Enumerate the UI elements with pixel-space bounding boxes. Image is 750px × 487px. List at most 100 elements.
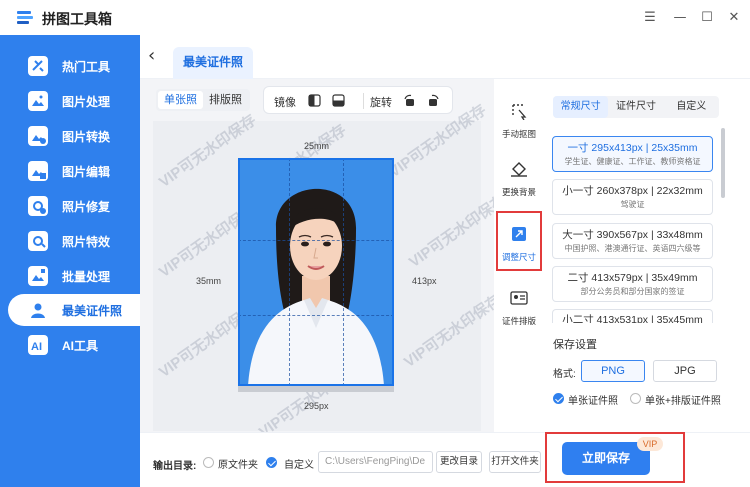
dimension-left: 35mm	[196, 276, 222, 286]
size-option-desc: 部分公务员和部分国家的签证	[580, 287, 685, 296]
rotate-right-icon[interactable]	[427, 94, 440, 107]
toolbar-divider	[363, 93, 364, 109]
rotate-label: 旋转	[370, 97, 392, 109]
tab-id-photo[interactable]: 最美证件照	[173, 47, 253, 79]
sidebar-item-batch[interactable]: 批量处理	[8, 260, 140, 292]
svg-text:AI: AI	[31, 341, 42, 353]
size-option-desc: 学生证、健康证、工作证、教师资格证	[564, 157, 701, 166]
manual-cutout-icon	[512, 104, 527, 120]
breadcrumb: ‹ 最美证件照	[140, 35, 750, 79]
edit-toolbar: 镜像 旋转	[263, 86, 453, 114]
size-option-title: 大一寸 390x567px | 33x48mm	[562, 229, 703, 241]
tool-label: 更换背景	[501, 187, 536, 197]
size-option-title: 一寸 295x413px | 25x35mm	[567, 142, 698, 154]
tab-document-size[interactable]: 证件尺寸	[608, 96, 663, 118]
size-option-desc: 驾驶证	[620, 200, 645, 209]
radio-original-label: 原文件夹	[218, 460, 258, 471]
mirror-vertical-icon[interactable]	[332, 94, 345, 107]
dimension-right: 413px	[412, 276, 437, 286]
tab-layout-photo[interactable]: 排版照	[203, 91, 248, 109]
sidebar-item-label: 批量处理	[62, 269, 111, 284]
sidebar-item-image-process[interactable]: 图片处理	[8, 85, 140, 117]
minimize-button[interactable]: —	[670, 8, 690, 28]
size-option-title: 小一寸 260x378px | 22x32mm	[562, 185, 703, 197]
sidebar-item-photo-effect[interactable]: 照片特效	[8, 225, 140, 257]
tool-layout[interactable]: 证件排版	[494, 279, 544, 337]
format-label: 格式:	[553, 369, 576, 380]
size-option-title: 小二寸 413x531px | 35x45mm	[562, 314, 703, 323]
tab-regular-size[interactable]: 常规尺寸	[553, 96, 609, 118]
sidebar-item-ai-tools[interactable]: AI AI工具	[8, 329, 140, 361]
sidebar-item-image-edit[interactable]: 图片编辑	[8, 155, 140, 187]
save-settings-title: 保存设置	[553, 339, 597, 351]
app-logo-icon	[17, 11, 33, 24]
scrollbar[interactable]	[721, 128, 725, 198]
photo-shadow	[238, 386, 394, 392]
tool-change-background[interactable]: 更换背景	[494, 150, 544, 208]
tool-label: 证件排版	[501, 316, 536, 326]
radio-custom-label: 自定义	[284, 460, 314, 471]
back-button[interactable]: ‹	[148, 47, 166, 67]
format-png-button[interactable]: PNG	[581, 360, 645, 382]
highlight-box-resize	[496, 211, 542, 271]
menu-icon[interactable]: ☰	[640, 8, 660, 28]
output-dir-label: 输出目录:	[153, 461, 197, 472]
batch-icon	[28, 266, 48, 286]
tool-label: 手动抠图	[501, 129, 536, 139]
sidebar: 热门工具 图片处理 图片转换 图片编辑 照片修复 照片特效 批量处理 最美证件照…	[0, 35, 140, 487]
image-edit-icon	[28, 161, 48, 181]
option-single-radio[interactable]	[553, 393, 564, 404]
tab-custom-size[interactable]: 自定义	[664, 96, 719, 118]
photo-effect-icon	[28, 231, 48, 251]
sidebar-item-id-photo[interactable]: 最美证件照	[8, 294, 140, 326]
vip-badge: VIP	[637, 437, 663, 451]
sidebar-item-label: 图片转换	[62, 129, 111, 144]
dimension-top: 25mm	[304, 141, 330, 151]
mirror-label: 镜像	[274, 97, 296, 109]
layout-icon	[510, 291, 528, 305]
radio-original-folder[interactable]	[203, 457, 214, 468]
change-background-icon	[511, 162, 527, 177]
close-button[interactable]: ✕	[724, 8, 744, 28]
format-jpg-button[interactable]: JPG	[653, 360, 717, 382]
option-single-layout-label: 单张+排版证件照	[645, 396, 721, 407]
sidebar-item-label: AI工具	[62, 338, 99, 353]
rotate-left-icon[interactable]	[403, 94, 416, 107]
sidebar-item-label: 照片修复	[62, 199, 111, 214]
maximize-button[interactable]: ☐	[697, 8, 717, 28]
hot-tools-icon	[28, 56, 48, 76]
open-folder-button[interactable]: 打开文件夹	[489, 451, 541, 473]
sidebar-item-image-convert[interactable]: 图片转换	[8, 120, 140, 152]
photo-repair-icon	[28, 196, 48, 216]
title-bar: 拼图工具箱 ☰ — ☐ ✕	[0, 0, 750, 35]
size-option[interactable]: 二寸 413x579px | 35x49mm 部分公务员和部分国家的签证	[552, 266, 713, 302]
option-single-layout-radio[interactable]	[630, 393, 641, 404]
image-process-icon	[28, 91, 48, 111]
size-option[interactable]: 一寸 295x413px | 25x35mm 学生证、健康证、工作证、教师资格证	[552, 136, 713, 172]
tab-single-photo[interactable]: 单张照	[158, 91, 203, 109]
ai-icon: AI	[28, 335, 48, 355]
tool-manual-cutout[interactable]: 手动抠图	[494, 92, 544, 150]
radio-custom-folder[interactable]	[266, 457, 277, 468]
size-option[interactable]: 大一寸 390x567px | 33x48mm 中国护照、港澳通行证、英语四六级…	[552, 223, 713, 259]
sidebar-item-label: 图片编辑	[62, 164, 111, 179]
dimension-bottom: 295px	[304, 401, 329, 411]
app-title: 拼图工具箱	[42, 11, 112, 27]
crop-frame[interactable]	[238, 158, 394, 386]
option-single-label: 单张证件照	[568, 396, 618, 407]
image-convert-icon	[28, 126, 48, 146]
size-option-desc: 中国护照、港澳通行证、英语四六级等	[564, 244, 701, 253]
size-option[interactable]: 小二寸 413x531px | 35x45mm	[552, 309, 713, 323]
size-option[interactable]: 小一寸 260x378px | 22x32mm 驾驶证	[552, 179, 713, 215]
sidebar-item-hot-tools[interactable]: 热门工具	[8, 50, 140, 82]
sidebar-item-photo-repair[interactable]: 照片修复	[8, 190, 140, 222]
sidebar-item-label: 图片处理	[62, 94, 111, 109]
sidebar-item-label: 照片特效	[62, 234, 111, 249]
change-dir-button[interactable]: 更改目录	[436, 451, 482, 473]
size-tabs: 常规尺寸 证件尺寸 自定义	[553, 96, 719, 118]
id-photo-icon	[28, 300, 48, 320]
sidebar-item-label: 最美证件照	[62, 303, 123, 318]
output-path-input[interactable]: C:\Users\FengPing\De	[318, 451, 433, 473]
sidebar-item-label: 热门工具	[62, 59, 111, 74]
mirror-horizontal-icon[interactable]	[308, 94, 321, 107]
